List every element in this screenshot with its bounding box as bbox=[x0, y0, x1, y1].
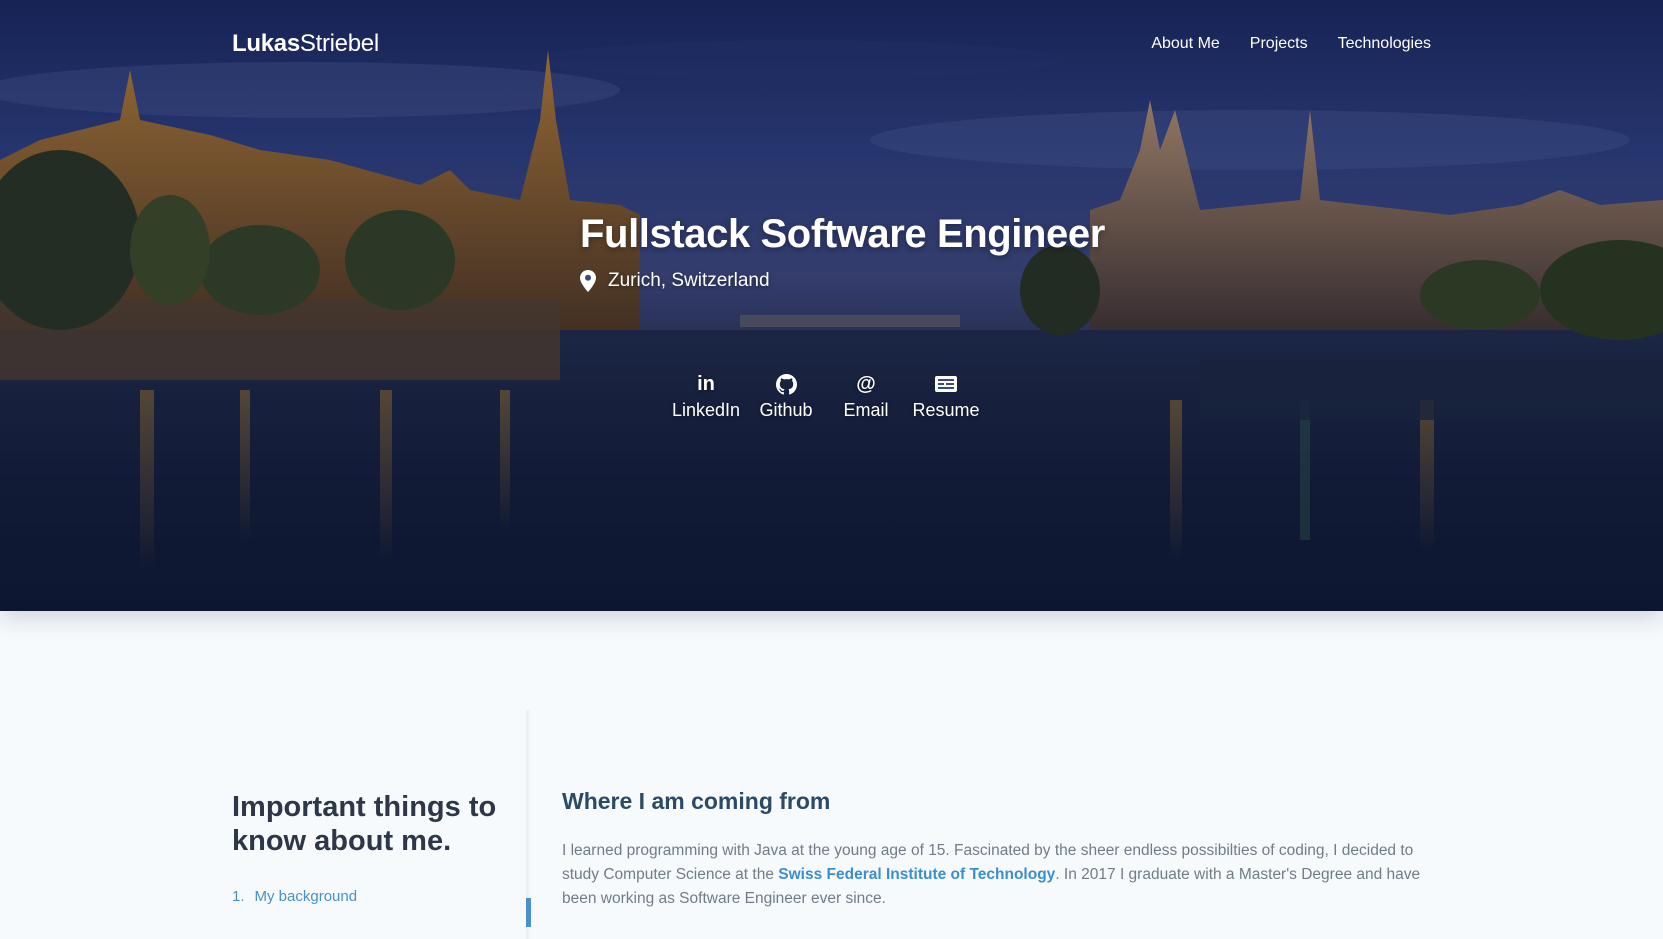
about-title-line2: know about me. bbox=[232, 825, 452, 857]
section-heading: Where I am coming from bbox=[562, 788, 831, 814]
at-sign-icon: @ bbox=[856, 372, 876, 395]
social-links: in LinkedIn Github @ Email Resume bbox=[666, 372, 986, 421]
linkedin-label: LinkedIn bbox=[671, 400, 741, 420]
nav-technologies[interactable]: Technologies bbox=[1338, 35, 1431, 53]
resume-link[interactable]: Resume bbox=[906, 372, 986, 421]
about-title: Important things to know about me. bbox=[232, 790, 512, 858]
site-logo[interactable]: LukasStriebel bbox=[232, 30, 379, 58]
email-label: Email bbox=[843, 400, 889, 420]
hero-title: Fullstack Software Engineer bbox=[580, 212, 1105, 256]
resume-label: Resume bbox=[912, 400, 980, 420]
hero-location: Zurich, Switzerland bbox=[580, 270, 770, 292]
github-link[interactable]: Github bbox=[746, 372, 826, 421]
toc-item-number: 1. bbox=[232, 888, 245, 905]
resume-icon bbox=[934, 372, 958, 396]
nav-about-me[interactable]: About Me bbox=[1151, 35, 1219, 53]
about-sidebar: Important things to know about me. 1. My… bbox=[232, 790, 512, 921]
linkedin-icon: in bbox=[697, 372, 715, 395]
toc-item-label: My background bbox=[254, 888, 358, 905]
active-section-indicator bbox=[526, 898, 531, 927]
background-paragraph: I learned programming with Java at the y… bbox=[562, 839, 1422, 911]
eth-link[interactable]: Swiss Federal Institute of Technology bbox=[778, 866, 1055, 883]
location-text: Zurich, Switzerland bbox=[608, 270, 770, 291]
nav-projects[interactable]: Projects bbox=[1250, 35, 1308, 53]
main-nav: About Me Projects Technologies bbox=[1151, 35, 1431, 53]
hero-banner: LukasStriebel About Me Projects Technolo… bbox=[0, 0, 1663, 611]
github-label: Github bbox=[759, 400, 813, 420]
github-icon bbox=[775, 372, 797, 396]
hero-overlay bbox=[0, 0, 1663, 611]
about-title-line1: Important things to bbox=[232, 791, 497, 823]
logo-last-name: Striebel bbox=[299, 30, 379, 57]
toc-item-background[interactable]: 1. My background bbox=[232, 888, 512, 905]
logo-first-name: Lukas bbox=[232, 30, 300, 57]
about-content: Where I am coming from I learned program… bbox=[562, 788, 1422, 911]
email-link[interactable]: @ Email bbox=[826, 372, 906, 421]
map-pin-icon bbox=[580, 270, 596, 292]
about-toc: 1. My background bbox=[232, 888, 512, 905]
linkedin-link[interactable]: in LinkedIn bbox=[666, 372, 746, 421]
